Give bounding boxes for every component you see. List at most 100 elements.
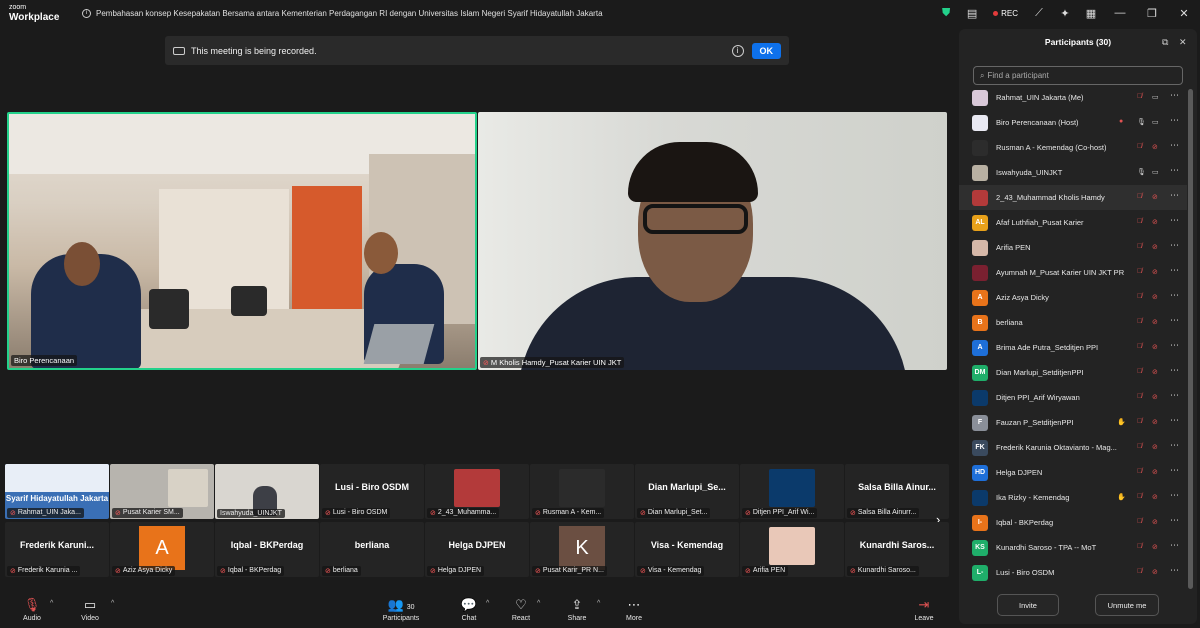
video-off-icon[interactable]: ⊘ [1152, 568, 1158, 576]
participant-row[interactable]: Biro Perencanaan (Host) ● 🎙 ▭ ⋯ [959, 110, 1187, 135]
chevron-up-icon[interactable]: ^ [111, 600, 114, 607]
sparkle-icon[interactable]: ✦ [1052, 0, 1078, 26]
more-options-icon[interactable]: ⋯ [1170, 165, 1179, 176]
recording-indicator[interactable]: REC [993, 9, 1018, 18]
more-options-icon[interactable]: ⋯ [1170, 190, 1179, 201]
participant-row[interactable]: L- Lusi - Biro OSDM 🎙̸ ⊘ ⋯ [959, 560, 1187, 585]
video-off-icon[interactable]: ⊘ [1152, 343, 1158, 351]
participant-row[interactable]: I- Iqbal - BKPerdag 🎙̸ ⊘ ⋯ [959, 510, 1187, 535]
video-off-icon[interactable]: ⊘ [1152, 468, 1158, 476]
video-off-icon[interactable]: ⊘ [1152, 193, 1158, 201]
participant-row[interactable]: A Brima Ade Putra_Setditjen PPI 🎙̸ ⊘ ⋯ [959, 335, 1187, 360]
mic-muted-icon[interactable]: 🎙̸ [1137, 318, 1142, 325]
gallery-tile[interactable]: Frederik Karuni... ⊘ Frederik Karunia ... [5, 522, 109, 577]
more-options-icon[interactable]: ⋯ [1170, 390, 1179, 401]
participant-row[interactable]: Ayumnah M_Pusat Karier UIN JKT PR 🎙̸ ⊘ ⋯ [959, 260, 1187, 285]
participant-row[interactable]: F Fauzan P_SetditjenPPI ✋ 🎙̸ ⊘ ⋯ [959, 410, 1187, 435]
info-icon[interactable]: i [82, 8, 91, 18]
mic-muted-icon[interactable]: 🎙̸ [1137, 268, 1142, 275]
mic-muted-icon[interactable]: 🎙̸ [1137, 293, 1142, 300]
banner-info-icon[interactable]: i [731, 44, 744, 57]
unmute-me-button[interactable]: Unmute me [1095, 594, 1159, 616]
gallery-tile[interactable]: berliana ⊘ berliana [320, 522, 424, 577]
video-off-icon[interactable]: ⊘ [1152, 293, 1158, 301]
video-off-icon[interactable]: ⊘ [1152, 393, 1158, 401]
more-options-icon[interactable]: ⋯ [1170, 440, 1179, 451]
minimize-icon[interactable]: — [1104, 0, 1136, 26]
more-options-icon[interactable]: ⋯ [1170, 265, 1179, 276]
participant-row[interactable]: Iswahyuda_UINJKT 🎙 ▭ ⋯ [959, 160, 1187, 185]
banner-ok-button[interactable]: OK [751, 42, 781, 59]
video-off-icon[interactable]: ⊘ [1152, 143, 1158, 151]
video-off-icon[interactable]: ⊘ [1152, 543, 1158, 551]
meeting-info[interactable]: i Pembahasan konsep Kesepakatan Bersama … [82, 8, 603, 18]
maximize-icon[interactable]: ❐ [1136, 0, 1168, 26]
more-options-icon[interactable]: ⋯ [1170, 465, 1179, 476]
gallery-tile[interactable]: ⊘ Rusman A - Kem... [530, 464, 634, 519]
more-options-icon[interactable]: ⋯ [1170, 365, 1179, 376]
gallery-tile[interactable]: Salsa Billa Ainur... ⊘ Salsa Billa Ainurr… [845, 464, 949, 519]
video-camera-icon[interactable]: ▭ [1152, 93, 1159, 101]
participant-row[interactable]: Rahmat_UIN Jakarta (Me) 🎙̸ ▭ ⋯ [959, 85, 1187, 110]
video-off-icon[interactable]: ⊘ [1152, 368, 1158, 376]
notes-icon[interactable]: ▤ [959, 0, 985, 26]
participant-row[interactable]: DM Dian Marlupi_SetditjenPPI 🎙̸ ⊘ ⋯ [959, 360, 1187, 385]
more-button[interactable]: ⋯ More [612, 597, 656, 622]
chevron-up-icon[interactable]: ^ [537, 600, 540, 607]
participant-row[interactable]: Arifia PEN 🎙̸ ⊘ ⋯ [959, 235, 1187, 260]
participant-row[interactable]: Bberliana 🎙̸ ⊘ ⋯ [959, 310, 1187, 335]
leave-button[interactable]: ⇥ Leave [902, 597, 946, 622]
video-tile-active-speaker[interactable]: Biro Perencanaan [7, 112, 477, 370]
gallery-tile[interactable]: Iqbal - BKPerdag ⊘ Iqbal - BKPerdag [215, 522, 319, 577]
share-button[interactable]: ⇪ Share [555, 597, 599, 622]
chat-button[interactable]: 💬 Chat [447, 597, 491, 622]
mic-muted-icon[interactable]: 🎙̸ [1137, 193, 1142, 200]
invite-button[interactable]: Invite [997, 594, 1059, 616]
participant-search-input[interactable]: ⌕ Find a participant [973, 66, 1183, 85]
participant-row[interactable]: KS Kunardhi Saroso - TPA -- MoT 🎙̸ ⊘ ⋯ [959, 535, 1187, 560]
gallery-tile[interactable]: Dian Marlupi_Se... ⊘ Dian Marlupi_Set... [635, 464, 739, 519]
mic-icon[interactable]: 🎙 [1137, 118, 1146, 126]
video-button[interactable]: ▭ Video [68, 597, 112, 622]
mic-muted-icon[interactable]: 🎙̸ [1137, 468, 1142, 475]
participant-row[interactable]: Rusman A - Kemendag (Co-host) 🎙̸ ⊘ ⋯ [959, 135, 1187, 160]
gallery-tile[interactable]: Syarif Hidayatullah Jakarta ⊘ Rahmat_UIN … [5, 464, 109, 519]
participant-row[interactable]: 2_43_Muhammad Kholis Hamdy 🎙̸ ⊘ ⋯ [959, 185, 1187, 210]
gallery-tile[interactable]: ⊘ Arifia PEN [740, 522, 844, 577]
gallery-tile[interactable]: Helga DJPEN ⊘ Helga DJPEN [425, 522, 529, 577]
mic-muted-icon[interactable]: 🎙̸ [1137, 518, 1142, 525]
more-options-icon[interactable]: ⋯ [1170, 290, 1179, 301]
mic-muted-icon[interactable]: 🎙̸ [1137, 343, 1142, 350]
mic-muted-icon[interactable]: 🎙̸ [1137, 543, 1142, 550]
pop-out-icon[interactable]: ⧉ [1162, 37, 1168, 48]
video-tile-participant[interactable]: ⊘ M Kholis Hamdy_Pusat Karier UIN JKT [478, 112, 947, 370]
video-off-icon[interactable]: ⊘ [1152, 493, 1158, 501]
video-off-icon[interactable]: ⊘ [1152, 418, 1158, 426]
video-camera-icon[interactable]: ▭ [1152, 118, 1159, 126]
mic-muted-icon[interactable]: 🎙̸ [1137, 393, 1142, 400]
video-off-icon[interactable]: ⊘ [1152, 443, 1158, 451]
gallery-tile[interactable]: Lusi - Biro OSDM ⊘ Lusi - Biro OSDM [320, 464, 424, 519]
mic-muted-icon[interactable]: 🎙̸ [1137, 418, 1142, 425]
gallery-tile[interactable]: ⊘ Pusat Karier SM... [110, 464, 214, 519]
gallery-tile[interactable]: A ⊘ Aziz Asya Dicky [110, 522, 214, 577]
video-off-icon[interactable]: ⊘ [1152, 318, 1158, 326]
more-options-icon[interactable]: ⋯ [1170, 240, 1179, 251]
video-off-icon[interactable]: ⊘ [1152, 518, 1158, 526]
gallery-tile[interactable]: ⊘ 2_43_Muhamma... [425, 464, 529, 519]
audio-button[interactable]: 🎙 Audio [10, 597, 54, 622]
gallery-tile[interactable]: Iswahyuda_UINJKT [215, 464, 319, 519]
mic-icon[interactable]: 🎙 [1137, 168, 1146, 176]
mic-muted-icon[interactable]: 🎙̸ [1137, 493, 1142, 500]
more-options-icon[interactable]: ⋯ [1170, 140, 1179, 151]
close-icon[interactable]: ✕ [1168, 0, 1200, 26]
mic-muted-icon[interactable]: 🎙̸ [1137, 218, 1142, 225]
more-options-icon[interactable]: ⋯ [1170, 565, 1179, 576]
mic-muted-icon[interactable]: 🎙̸ [1137, 443, 1142, 450]
chevron-up-icon[interactable]: ^ [486, 600, 489, 607]
participant-list-scrollbar[interactable] [1188, 89, 1193, 589]
more-options-icon[interactable]: ⋯ [1170, 515, 1179, 526]
video-off-icon[interactable]: ⊘ [1152, 268, 1158, 276]
more-options-icon[interactable]: ⋯ [1170, 90, 1179, 101]
more-options-icon[interactable]: ⋯ [1170, 215, 1179, 226]
